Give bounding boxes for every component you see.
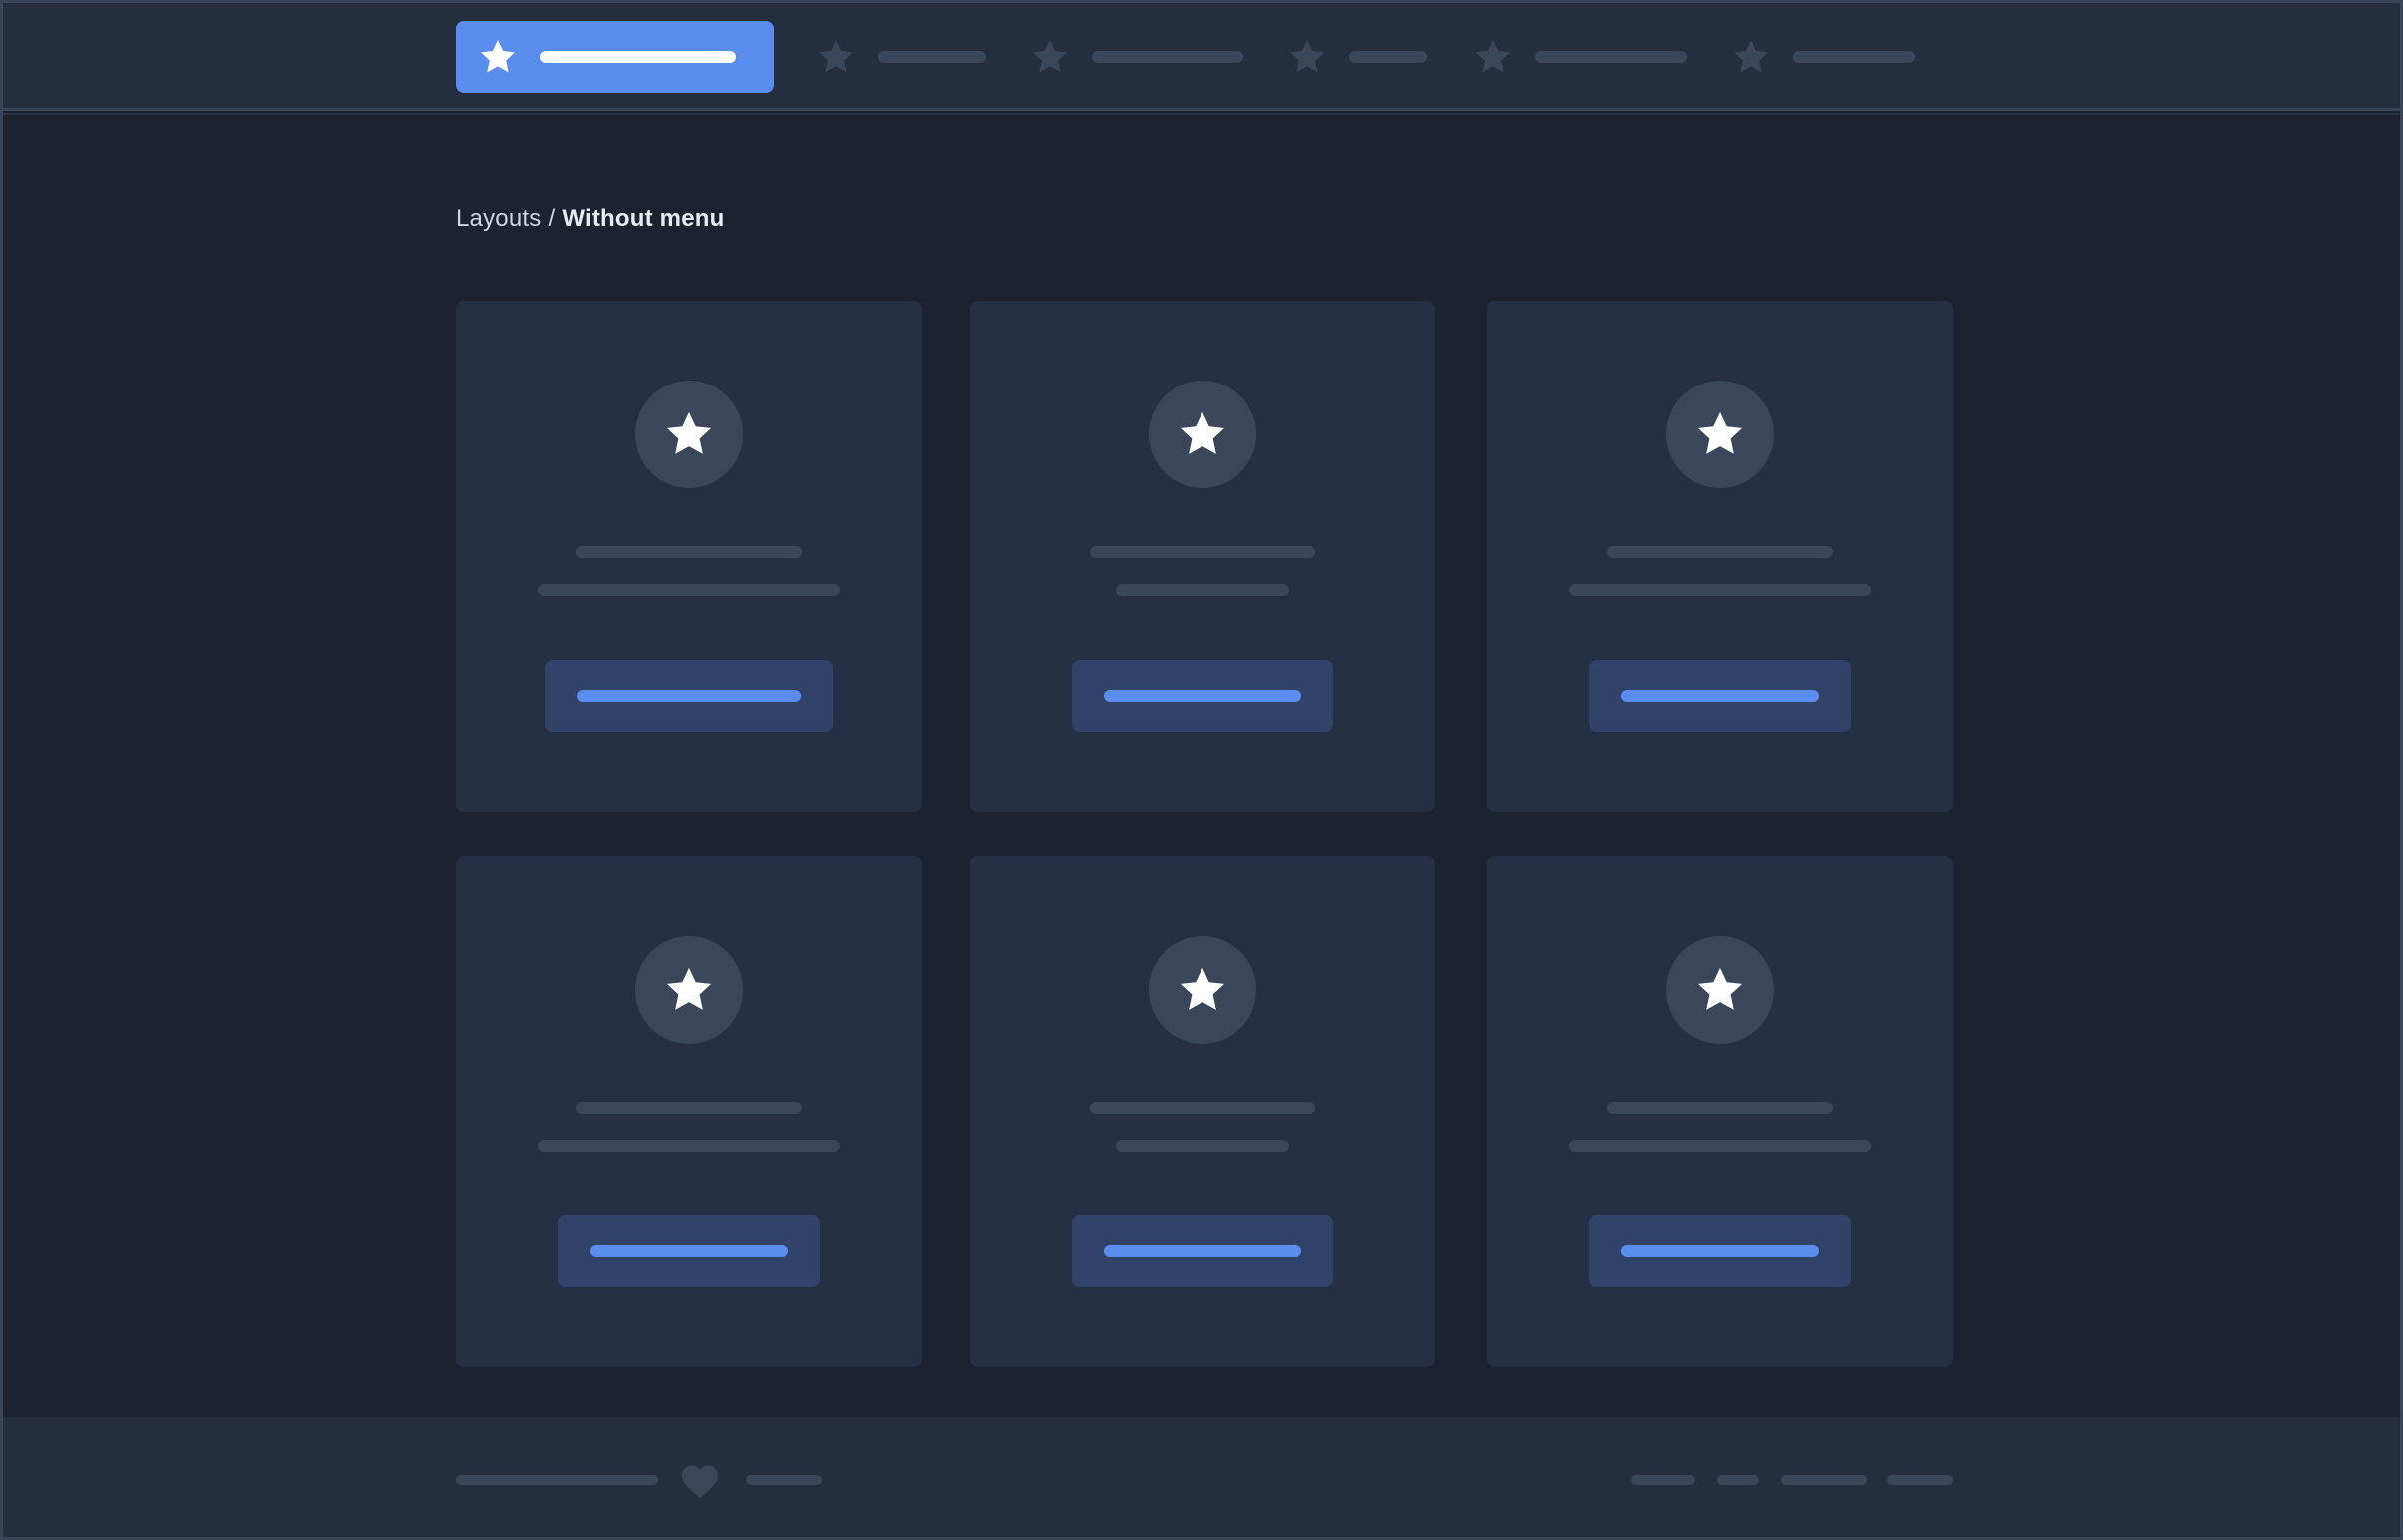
nav-item-label-placeholder bbox=[878, 51, 986, 63]
card-text-placeholder bbox=[538, 584, 840, 596]
card-text-placeholder bbox=[1116, 1140, 1289, 1152]
footer-text-placeholder bbox=[456, 1475, 658, 1485]
star-icon bbox=[1033, 40, 1067, 73]
top-navigation bbox=[3, 3, 2400, 115]
nav-item-6[interactable] bbox=[1731, 21, 1915, 93]
star-icon bbox=[666, 967, 712, 1010]
footer-text-placeholder bbox=[746, 1475, 822, 1485]
card-text-placeholder bbox=[1569, 1140, 1871, 1152]
star-icon bbox=[1180, 967, 1225, 1010]
star-icon bbox=[666, 411, 712, 454]
card-title-placeholder bbox=[1607, 1102, 1833, 1114]
card-avatar bbox=[1666, 381, 1774, 488]
card bbox=[970, 301, 1435, 812]
star-icon bbox=[1476, 40, 1510, 73]
card-avatar bbox=[1149, 936, 1256, 1044]
nav-item-label-placeholder bbox=[1535, 51, 1687, 63]
star-icon bbox=[819, 40, 853, 73]
footer-link-placeholder[interactable] bbox=[1717, 1475, 1759, 1485]
card-title-placeholder bbox=[576, 546, 802, 558]
button-label-placeholder bbox=[1104, 1245, 1301, 1257]
card-action-button[interactable] bbox=[545, 660, 833, 732]
footer bbox=[3, 1417, 2400, 1537]
breadcrumb: Layouts / Without menu bbox=[456, 205, 725, 233]
nav-item-4[interactable] bbox=[1287, 21, 1427, 93]
card-avatar bbox=[635, 936, 743, 1044]
heart-icon bbox=[682, 1465, 718, 1499]
breadcrumb-separator: / bbox=[548, 205, 556, 232]
card-action-button[interactable] bbox=[558, 1215, 820, 1287]
star-icon bbox=[1734, 40, 1768, 73]
footer-link-placeholder[interactable] bbox=[1631, 1475, 1695, 1485]
nav-item-label-placeholder bbox=[1793, 51, 1915, 63]
card-action-button[interactable] bbox=[1589, 660, 1851, 732]
card-action-button[interactable] bbox=[1072, 660, 1333, 732]
card bbox=[970, 856, 1435, 1367]
breadcrumb-parent[interactable]: Layouts bbox=[456, 205, 541, 232]
card bbox=[456, 301, 922, 812]
footer-link-placeholder[interactable] bbox=[1781, 1475, 1867, 1485]
card-text-placeholder bbox=[1569, 584, 1871, 596]
nav-item-5[interactable] bbox=[1473, 21, 1687, 93]
button-label-placeholder bbox=[590, 1245, 788, 1257]
star-icon bbox=[1697, 411, 1743, 454]
card-title-placeholder bbox=[1607, 546, 1833, 558]
card bbox=[1487, 301, 1953, 812]
card bbox=[456, 856, 922, 1367]
footer-link-placeholder[interactable] bbox=[1887, 1475, 1953, 1485]
nav-item-label-placeholder bbox=[1349, 51, 1427, 63]
breadcrumb-current: Without menu bbox=[562, 205, 725, 232]
button-label-placeholder bbox=[1621, 690, 1819, 702]
card-title-placeholder bbox=[576, 1102, 802, 1114]
card-action-button[interactable] bbox=[1072, 1215, 1333, 1287]
nav-item-1[interactable] bbox=[456, 21, 774, 93]
app-window: Layouts / Without menu bbox=[0, 0, 2403, 1540]
card-action-button[interactable] bbox=[1589, 1215, 1851, 1287]
button-label-placeholder bbox=[577, 690, 801, 702]
card-title-placeholder bbox=[1090, 546, 1315, 558]
button-label-placeholder bbox=[1621, 1245, 1819, 1257]
card-avatar bbox=[635, 381, 743, 488]
card-avatar bbox=[1666, 936, 1774, 1044]
star-icon bbox=[481, 40, 515, 73]
star-icon bbox=[1290, 40, 1324, 73]
card-text-placeholder bbox=[538, 1140, 840, 1152]
nav-item-2[interactable] bbox=[816, 21, 986, 93]
star-icon bbox=[1697, 967, 1743, 1010]
nav-item-3[interactable] bbox=[1030, 21, 1243, 93]
nav-item-label-placeholder bbox=[540, 51, 736, 63]
card-title-placeholder bbox=[1090, 1102, 1315, 1114]
card-text-placeholder bbox=[1116, 584, 1289, 596]
card-avatar bbox=[1149, 381, 1256, 488]
button-label-placeholder bbox=[1104, 690, 1301, 702]
star-icon bbox=[1180, 411, 1225, 454]
nav-item-label-placeholder bbox=[1092, 51, 1243, 63]
card bbox=[1487, 856, 1953, 1367]
